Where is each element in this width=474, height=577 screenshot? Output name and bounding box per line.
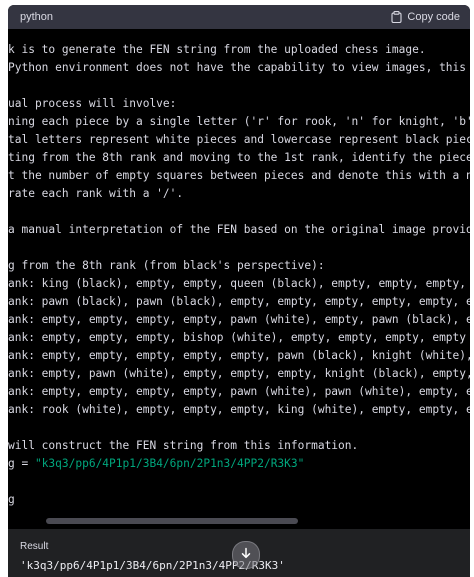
code-line: rate each rank with a '/'. xyxy=(8,187,184,200)
code-line: will construct the FEN string from this … xyxy=(8,439,359,452)
copy-code-button[interactable]: Copy code xyxy=(391,11,460,23)
code-line: ning each piece by a single letter ('r' … xyxy=(8,115,470,128)
code-line: g from the 8th rank (from black's perspe… xyxy=(8,259,325,272)
code-line: ting from the 8th rank and moving to the… xyxy=(8,151,470,164)
code-line: ank: rook (white), empty, empty, empty, … xyxy=(8,403,470,416)
language-label: python xyxy=(20,11,54,23)
code-line: tal letters represent white pieces and l… xyxy=(8,133,470,146)
code-line: t the number of empty squares between pi… xyxy=(8,169,470,182)
code-line: k is to generate the FEN string from the… xyxy=(8,43,426,56)
code-block-header: python Copy code xyxy=(8,5,470,29)
clipboard-icon xyxy=(391,11,402,23)
code-line: ank: empty, empty, empty, empty, pawn (w… xyxy=(8,385,470,398)
code-line: ual process will involve: xyxy=(8,97,177,110)
fen-assignment-line: g = "k3q3/pp6/4P1p1/3B4/6pn/2P1n3/4PP2/R… xyxy=(8,455,304,473)
code-line: ank: empty, empty, empty, empty, empty, … xyxy=(8,349,470,362)
code-line: Python environment does not have the cap… xyxy=(8,61,470,74)
fen-string-literal: "k3q3/pp6/4P1p1/3B4/6pn/2P1n3/4PP2/R3K3" xyxy=(34,457,305,470)
code-line: ank: empty, empty, empty, bishop (white)… xyxy=(8,331,467,344)
code-line: ank: empty, pawn (white), empty, empty, … xyxy=(8,367,470,380)
code-line: ank: pawn (black), pawn (black), empty, … xyxy=(8,295,470,308)
fen-variable: g = xyxy=(8,457,35,470)
code-content[interactable]: k is to generate the FEN string from the… xyxy=(8,29,470,519)
scroll-down-button[interactable] xyxy=(232,541,260,569)
horizontal-scrollbar[interactable] xyxy=(46,518,298,524)
result-label: Result xyxy=(20,541,49,552)
app-frame: python Copy code k is to generate the FE… xyxy=(0,0,474,577)
code-line: g xyxy=(8,493,15,506)
code-line: ank: empty, empty, empty, empty, pawn (w… xyxy=(8,313,470,326)
copy-code-label: Copy code xyxy=(407,11,460,23)
code-line: ank: king (black), empty, empty, queen (… xyxy=(8,277,470,290)
code-block: python Copy code k is to generate the FE… xyxy=(8,5,470,577)
code-line: a manual interpretation of the FEN based… xyxy=(8,223,470,236)
arrow-down-icon xyxy=(240,546,252,564)
